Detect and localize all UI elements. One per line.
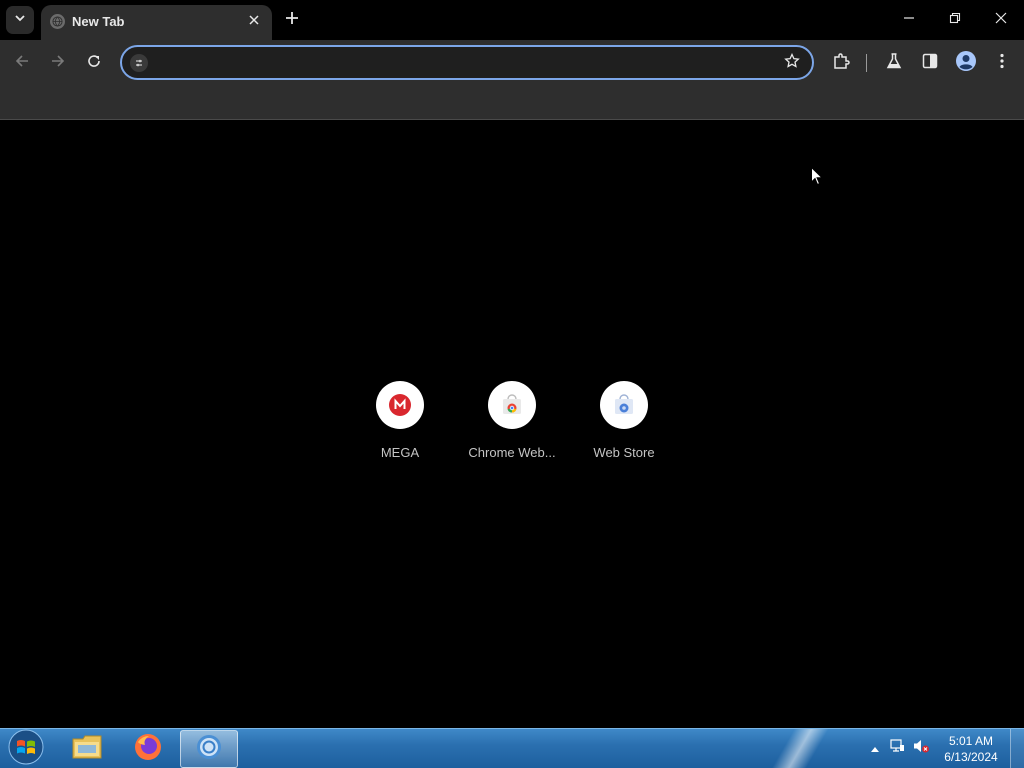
- web-store-icon: [600, 381, 648, 429]
- taskbar-glare: [760, 729, 840, 768]
- show-hidden-icons-button[interactable]: [866, 739, 884, 757]
- title-bar: New Tab: [0, 0, 1024, 40]
- toolbar-divider: [866, 54, 867, 72]
- side-panel-icon: [921, 52, 939, 75]
- system-clock[interactable]: 5:01 AM 6/13/2024: [940, 733, 1002, 765]
- close-icon: [249, 12, 259, 30]
- windows-logo-icon: [8, 729, 44, 768]
- extensions-button[interactable]: [826, 48, 856, 78]
- start-button[interactable]: [6, 729, 46, 768]
- more-vertical-icon: [999, 53, 1005, 74]
- star-icon: [784, 52, 800, 74]
- reload-icon: [86, 53, 102, 74]
- clock-time: 5:01 AM: [948, 734, 994, 748]
- chrome-web-store-icon: [488, 381, 536, 429]
- bookmarks-bar: [0, 86, 1024, 120]
- shortcuts-grid: MEGA Chrome Web... Web Store: [344, 373, 680, 473]
- globe-icon: [50, 14, 65, 29]
- taskbar-firefox[interactable]: [119, 730, 177, 768]
- taskbar-chrome[interactable]: [180, 730, 238, 768]
- minimize-icon: [903, 11, 915, 29]
- profile-button[interactable]: [951, 48, 981, 78]
- arrow-left-icon: [14, 53, 30, 74]
- forward-button[interactable]: [43, 48, 73, 78]
- tab-title: New Tab: [72, 14, 125, 29]
- back-button[interactable]: [7, 48, 37, 78]
- minimize-button[interactable]: [886, 0, 932, 40]
- labs-button[interactable]: [879, 48, 909, 78]
- close-tab-button[interactable]: [244, 11, 264, 31]
- flask-icon: [885, 52, 903, 75]
- shortcut-label: MEGA: [380, 445, 420, 460]
- volume-tray-button[interactable]: [912, 739, 930, 757]
- new-tab-button[interactable]: [280, 8, 304, 32]
- chevron-down-icon: [14, 11, 26, 29]
- shortcut-chrome-web-store[interactable]: Chrome Web...: [456, 373, 568, 473]
- bookmark-star-button[interactable]: [782, 52, 802, 74]
- taskbar-file-explorer[interactable]: [58, 730, 116, 768]
- address-bar[interactable]: [120, 45, 814, 80]
- new-tab-page: MEGA Chrome Web... Web Store: [0, 121, 1024, 728]
- toolbar: [0, 40, 1024, 86]
- browser-window: New Tab: [0, 0, 1024, 121]
- puzzle-icon: [832, 52, 850, 75]
- mouse-cursor-icon: [811, 166, 824, 191]
- shortcut-label: Web Store: [593, 445, 655, 460]
- tab-search-button[interactable]: [6, 6, 34, 34]
- firefox-icon: [133, 732, 163, 767]
- avatar: [955, 50, 977, 77]
- close-window-button[interactable]: [978, 0, 1024, 40]
- shortcut-web-store[interactable]: Web Store: [568, 373, 680, 473]
- chrome-icon: [195, 733, 223, 766]
- clock-date: 6/13/2024: [944, 750, 998, 764]
- plus-icon: [285, 11, 299, 30]
- shortcut-mega[interactable]: MEGA: [344, 373, 456, 473]
- restore-button[interactable]: [932, 0, 978, 40]
- restore-icon: [949, 11, 961, 29]
- site-info-icon[interactable]: [130, 54, 148, 72]
- mega-icon: [376, 381, 424, 429]
- volume-muted-icon: [912, 738, 930, 759]
- side-panel-button[interactable]: [915, 48, 945, 78]
- taskbar: 5:01 AM 6/13/2024: [0, 728, 1024, 768]
- menu-button[interactable]: [987, 48, 1017, 78]
- network-tray-button[interactable]: [888, 738, 906, 759]
- shortcut-label: Chrome Web...: [468, 445, 556, 460]
- arrow-right-icon: [50, 53, 66, 74]
- tab-new-tab[interactable]: New Tab: [41, 5, 272, 40]
- close-icon: [995, 11, 1007, 29]
- address-input[interactable]: [154, 47, 774, 78]
- folder-icon: [71, 733, 103, 766]
- caret-up-icon: [871, 739, 879, 757]
- show-desktop-button[interactable]: [1010, 729, 1024, 768]
- reload-button[interactable]: [79, 48, 109, 78]
- network-icon: [889, 738, 905, 759]
